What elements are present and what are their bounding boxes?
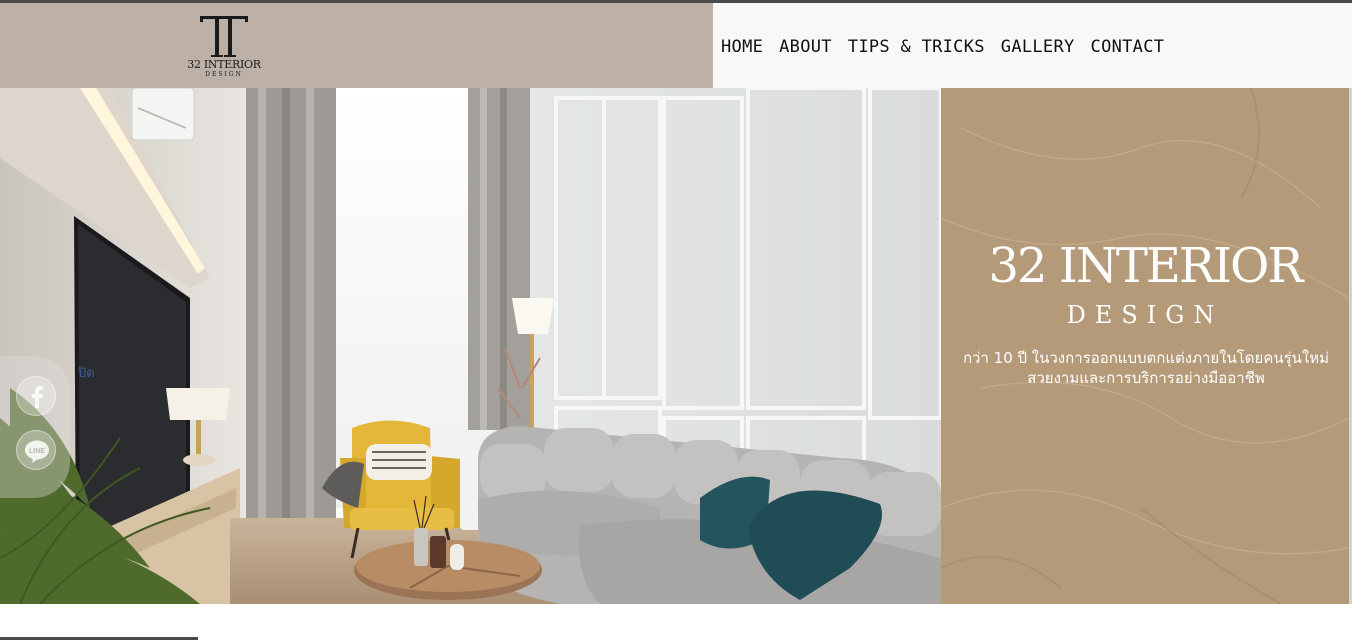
hero-living-room-photo — [0, 88, 941, 604]
hero-subtitle: DESIGN — [1066, 301, 1224, 329]
marble-texture — [941, 88, 1349, 604]
logo-panel: 32 INTERIOR DESIGN — [0, 3, 713, 88]
nav-gallery[interactable]: GALLERY — [1001, 37, 1075, 57]
hero-section: 32 INTERIOR DESIGN กว่า 10 ปี ในวงการออก… — [0, 88, 1352, 604]
nav-contact[interactable]: CONTACT — [1091, 37, 1165, 57]
social-close-button[interactable]: ปิด — [78, 362, 95, 383]
line-button[interactable]: LINE — [16, 430, 56, 470]
facebook-button[interactable] — [16, 376, 56, 416]
line-icon: LINE — [25, 440, 49, 463]
social-floating-bar: LINE — [0, 356, 70, 498]
facebook-icon — [32, 386, 44, 408]
hero-title: 32 INTERIOR — [988, 238, 1304, 294]
line-icon-text: LINE — [29, 448, 45, 455]
site-logo[interactable]: 32 INTERIOR DESIGN — [186, 13, 262, 83]
logo-monogram-icon — [200, 16, 248, 57]
site-header: 32 INTERIOR DESIGN HOME ABOUT TIPS & TRI… — [0, 3, 1352, 88]
main-nav: HOME ABOUT TIPS & TRICKS GALLERY CONTACT — [713, 3, 1352, 88]
hero-description: กว่า 10 ปี ในวงการออกแบบตกแต่งภายในโดยคน… — [962, 349, 1330, 387]
logo-name: 32 INTERIOR — [187, 58, 261, 71]
nav-home[interactable]: HOME — [721, 37, 763, 57]
nav-about[interactable]: ABOUT — [779, 37, 832, 57]
nav-tips-tricks[interactable]: TIPS & TRICKS — [848, 37, 985, 57]
logo-subtitle: DESIGN — [205, 71, 243, 78]
hero-brand-panel: 32 INTERIOR DESIGN กว่า 10 ปี ในวงการออก… — [941, 88, 1349, 604]
